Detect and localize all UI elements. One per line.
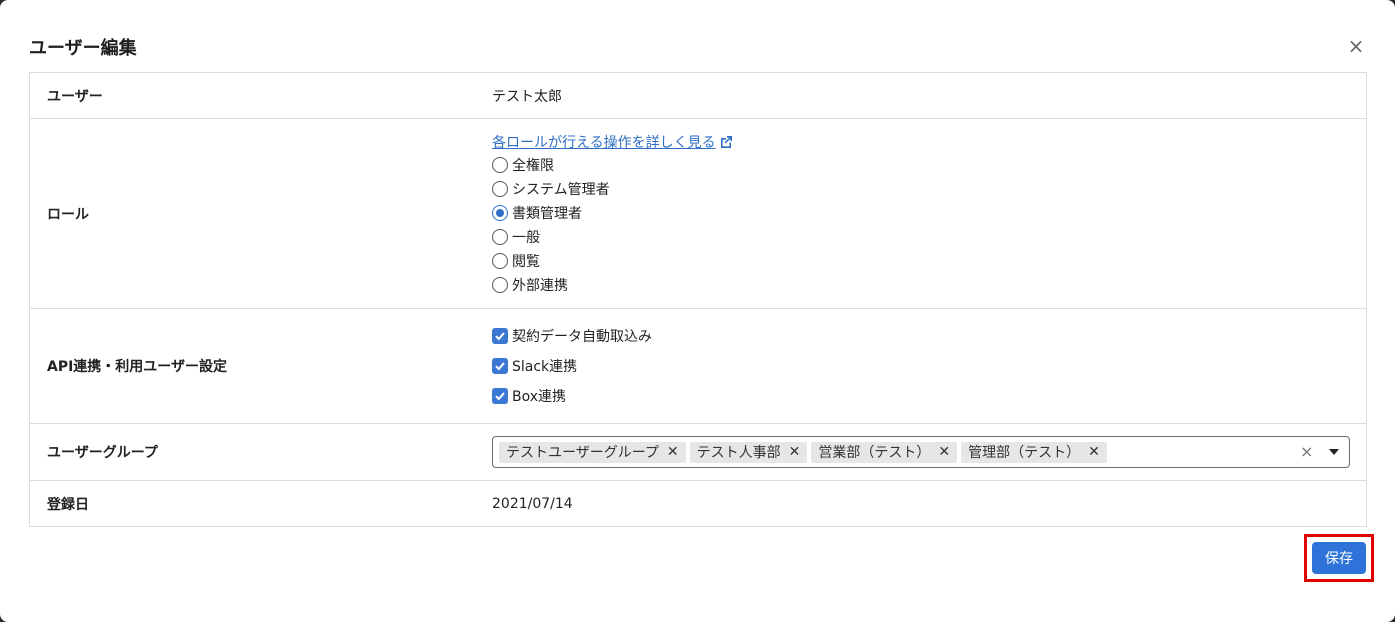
modal-title: ユーザー編集 <box>29 38 137 59</box>
user-group-label: ユーザーグループ <box>47 445 158 461</box>
role-options: 各ロールが行える操作を詳しく見る 全権限 システム管理者 書類管理者 一般 閲覧… <box>481 119 1366 308</box>
role-option-document-admin[interactable]: 書類管理者 <box>492 201 1366 225</box>
role-radio-external[interactable] <box>492 276 508 293</box>
role-option-viewer[interactable]: 閲覧 <box>492 249 1366 273</box>
group-chip: 営業部（テスト） ✕ <box>811 441 958 463</box>
role-radio-system-admin[interactable] <box>492 180 508 197</box>
registration-date-value: 2021/07/14 <box>492 495 573 512</box>
user-group-select[interactable]: テストユーザーグループ ✕ テスト人事部 ✕ 営業部（テスト） ✕ 管理部（テス… <box>492 436 1350 468</box>
checkbox-checked-icon[interactable] <box>492 328 508 344</box>
role-option-full[interactable]: 全権限 <box>492 153 1366 177</box>
registration-date-label: 登録日 <box>47 496 89 513</box>
role-label: ロール <box>47 206 89 223</box>
api-option-contract-import[interactable]: 契約データ自動取込み <box>492 321 1366 351</box>
close-icon[interactable]: × <box>1346 36 1366 56</box>
role-option-system-admin[interactable]: システム管理者 <box>492 177 1366 201</box>
role-option-general[interactable]: 一般 <box>492 225 1366 249</box>
caret-down-icon[interactable] <box>1329 449 1339 455</box>
api-option-slack[interactable]: Slack連携 <box>492 351 1366 381</box>
edit-user-modal: ユーザー編集 × ユーザー テスト太郎 ロール 各ロールが行える操作を詳しく見る… <box>0 0 1395 622</box>
group-chip-label: 営業部（テスト） <box>818 445 931 461</box>
role-radio-general[interactable] <box>492 228 508 245</box>
user-row: ユーザー テスト太郎 <box>30 73 1366 119</box>
group-chip: テストユーザーグループ ✕ <box>499 441 686 463</box>
api-options: 契約データ自動取込み Slack連携 Box連携 <box>481 309 1366 423</box>
role-option-external[interactable]: 外部連携 <box>492 273 1366 297</box>
role-radio-viewer[interactable] <box>492 252 508 269</box>
group-chip-label: 管理部（テスト） <box>968 445 1081 461</box>
checkbox-checked-icon[interactable] <box>492 388 508 404</box>
group-chip-label: テスト人事部 <box>696 445 781 461</box>
role-option-label: 閲覧 <box>512 253 540 270</box>
role-radio-full[interactable] <box>492 156 508 173</box>
group-chip-label: テストユーザーグループ <box>506 445 659 461</box>
save-button[interactable]: 保存 <box>1312 542 1366 574</box>
remove-chip-icon[interactable]: ✕ <box>789 444 801 460</box>
role-option-label: システム管理者 <box>512 181 610 198</box>
remove-chip-icon[interactable]: ✕ <box>938 444 950 460</box>
checkbox-checked-icon[interactable] <box>492 358 508 374</box>
role-details-link-text: 各ロールが行える操作を詳しく見る <box>492 134 716 151</box>
user-label: ユーザー <box>47 88 103 105</box>
user-name-value: テスト太郎 <box>492 88 562 105</box>
user-form-table: ユーザー テスト太郎 ロール 各ロールが行える操作を詳しく見る 全権限 システム… <box>29 72 1367 527</box>
api-option-label: Box連携 <box>512 389 567 405</box>
registration-date-row: 登録日 2021/07/14 <box>30 481 1366 526</box>
role-radio-document-admin[interactable] <box>492 204 508 221</box>
role-option-label: 書類管理者 <box>512 205 582 222</box>
remove-chip-icon[interactable]: ✕ <box>667 444 679 460</box>
api-option-box[interactable]: Box連携 <box>492 381 1366 411</box>
role-option-label: 外部連携 <box>512 277 568 294</box>
api-row: API連携・利用ユーザー設定 契約データ自動取込み Slack連携 Box連携 <box>30 309 1366 424</box>
group-chip: テスト人事部 ✕ <box>689 441 808 463</box>
api-option-label: Slack連携 <box>512 359 578 375</box>
remove-chip-icon[interactable]: ✕ <box>1088 444 1100 460</box>
external-link-icon <box>720 135 732 148</box>
api-option-label: 契約データ自動取込み <box>512 329 652 345</box>
clear-all-icon[interactable]: × <box>1300 442 1313 461</box>
api-label: API連携・利用ユーザー設定 <box>47 359 228 375</box>
user-group-row: ユーザーグループ テストユーザーグループ ✕ テスト人事部 ✕ 営業部（テスト）… <box>30 424 1366 481</box>
role-details-link[interactable]: 各ロールが行える操作を詳しく見る <box>492 131 1366 153</box>
role-option-label: 一般 <box>512 229 540 246</box>
group-chip: 管理部（テスト） ✕ <box>961 441 1107 463</box>
role-row: ロール 各ロールが行える操作を詳しく見る 全権限 システム管理者 書類管理者 一… <box>30 119 1366 309</box>
role-option-label: 全権限 <box>512 157 554 174</box>
